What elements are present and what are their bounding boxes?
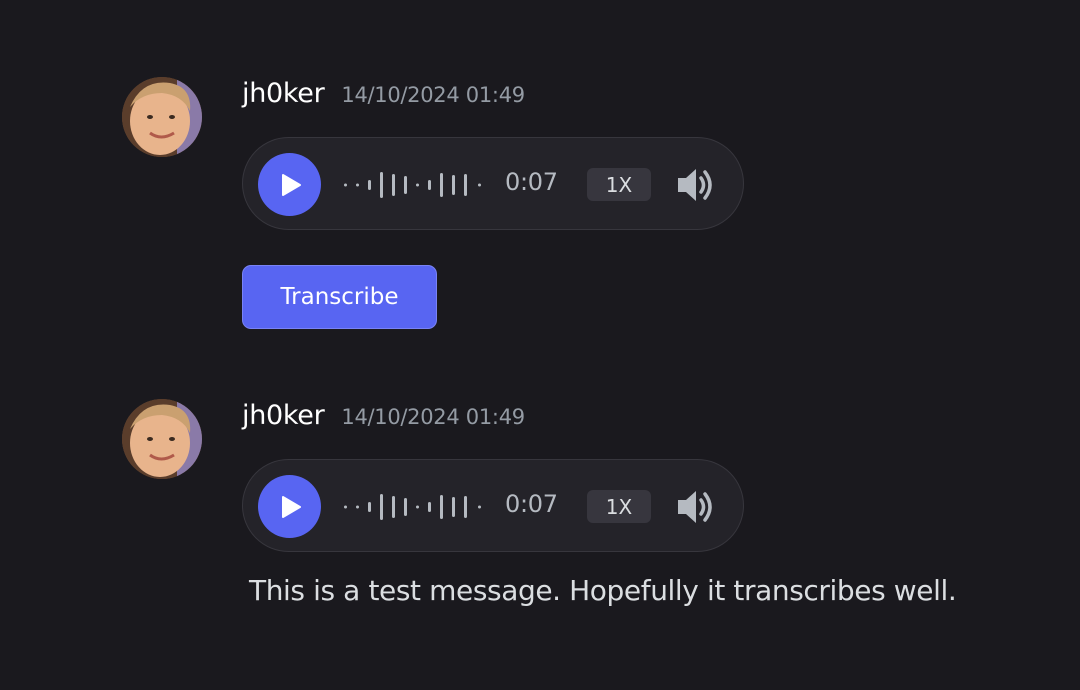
playback-speed-button[interactable]: 1X — [587, 490, 651, 523]
volume-button[interactable] — [676, 165, 720, 205]
playback-speed-button[interactable]: 1X — [587, 168, 651, 201]
play-button[interactable] — [258, 153, 321, 216]
transcribe-button[interactable]: Transcribe — [242, 265, 437, 329]
duration-label: 0:07 — [505, 490, 558, 518]
timestamp: 14/10/2024 01:49 — [341, 405, 525, 429]
waveform[interactable] — [344, 493, 486, 521]
transcript-text: This is a test message. Hopefully it tra… — [249, 574, 957, 607]
speaker-volume-icon — [678, 491, 712, 523]
voice-player: 0:07 1X — [242, 137, 744, 230]
play-icon — [281, 495, 301, 518]
timestamp: 14/10/2024 01:49 — [341, 83, 525, 107]
play-icon — [281, 173, 301, 196]
duration-label: 0:07 — [505, 168, 558, 196]
voice-player: 0:07 1X — [242, 459, 744, 552]
volume-button[interactable] — [676, 487, 720, 527]
play-button[interactable] — [258, 475, 321, 538]
waveform[interactable] — [344, 171, 486, 199]
message-header: jh0ker 14/10/2024 01:49 — [242, 78, 525, 114]
user-avatar[interactable] — [122, 77, 202, 157]
username[interactable]: jh0ker — [242, 78, 325, 109]
user-avatar[interactable] — [122, 399, 202, 479]
username[interactable]: jh0ker — [242, 400, 325, 431]
message-header: jh0ker 14/10/2024 01:49 — [242, 400, 525, 436]
speaker-volume-icon — [678, 169, 712, 201]
